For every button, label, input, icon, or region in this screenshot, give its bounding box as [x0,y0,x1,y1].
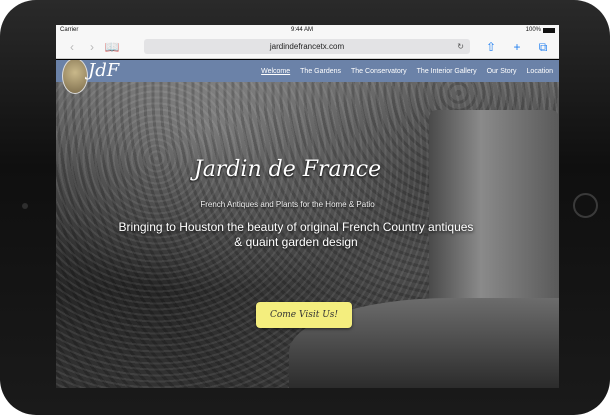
nav-the-gardens[interactable]: The Gardens [300,68,341,75]
book-icon[interactable]: 📖 [102,35,122,59]
share-icon[interactable]: ⇧ [481,35,501,59]
chevron-right-icon[interactable]: › [82,35,102,59]
come-visit-button[interactable]: Come Visit Us! [256,302,352,328]
nav-location[interactable]: Location [527,68,553,75]
status-time: 9:44 AM [290,27,313,33]
address-bar[interactable]: jardindefrancetx.com ↻ [144,39,470,54]
nav-welcome[interactable]: Welcome [261,68,290,75]
tabs-icon[interactable]: ⧉ [533,35,553,59]
nav-the-conservatory[interactable]: The Conservatory [351,68,407,75]
site-navbar: JdF Welcome The Gardens The Conservatory… [56,60,559,94]
toolbar-right-tools: ⇧ + ⧉ [481,35,553,59]
site-logo-text[interactable]: JdF [88,60,119,82]
ipad-frame: Carrier 9:44 AM 100% ‹ › 📖 jardindefranc… [0,0,610,415]
front-camera [22,203,28,209]
battery-indicator: 100% [526,27,555,33]
home-button[interactable] [573,193,598,218]
battery-percent: 100% [525,27,541,33]
screen: Carrier 9:44 AM 100% ‹ › 📖 jardindefranc… [56,25,559,388]
battery-icon [543,27,555,33]
nav-our-story[interactable]: Our Story [487,68,517,75]
hero-subtitle: French Antiques and Plants for the Home … [200,200,375,209]
website-viewport: JdF Welcome The Gardens The Conservatory… [56,60,559,388]
hero-description: Bringing to Houston the beauty of origin… [118,220,474,249]
url-text: jardindefrancetx.com [269,42,345,51]
reload-icon[interactable]: ↻ [457,39,464,54]
status-bar: Carrier 9:44 AM 100% [56,25,559,35]
browser-toolbar: ‹ › 📖 jardindefrancetx.com ↻ ⇧ + ⧉ [56,35,559,59]
plus-icon[interactable]: + [507,35,527,59]
carrier-label: Carrier [60,27,79,33]
chevron-left-icon[interactable]: ‹ [62,35,82,59]
hero-title: Jardin de France [193,157,382,182]
nav-the-interior-gallery[interactable]: The Interior Gallery [417,68,477,75]
